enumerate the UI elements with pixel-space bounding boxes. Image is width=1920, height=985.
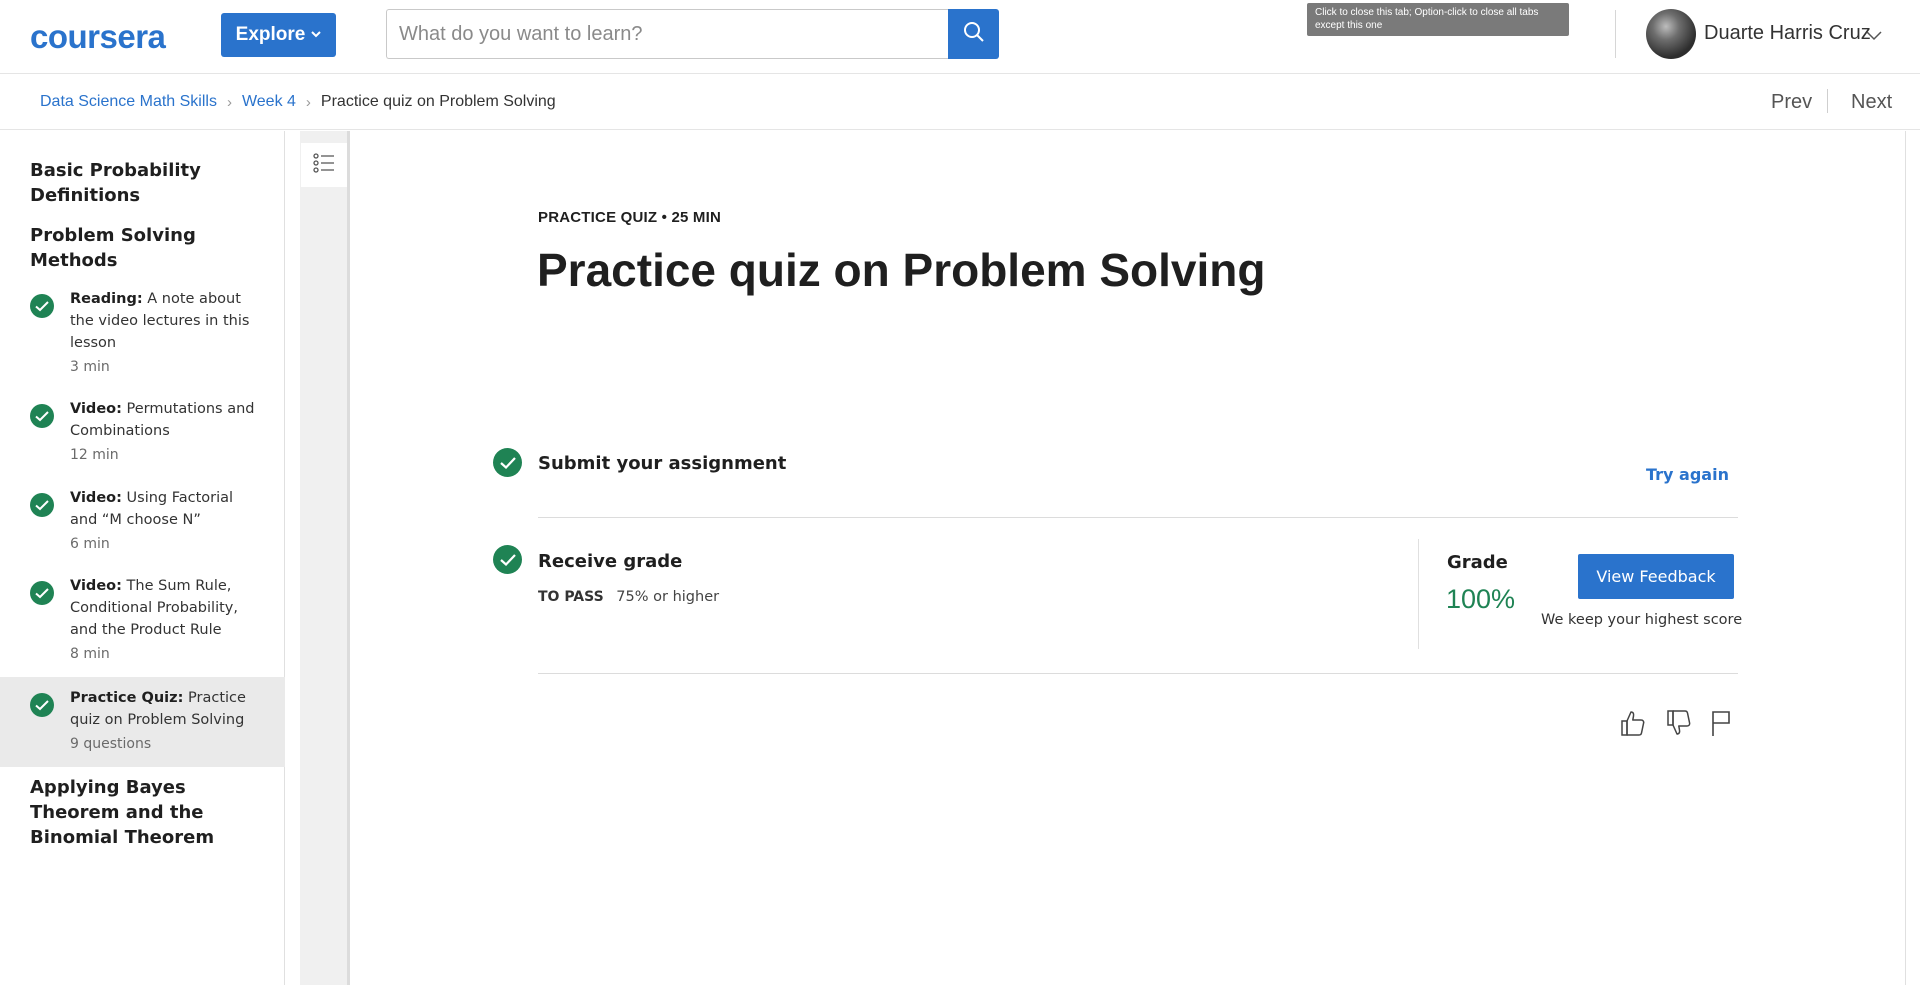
item-type: Video: (70, 401, 122, 417)
item-type: Practice Quiz: (70, 690, 184, 706)
chevron-down-icon (311, 29, 322, 41)
divider (538, 673, 1738, 674)
search-input[interactable] (386, 9, 949, 59)
toggle-outline-button[interactable] (301, 143, 347, 187)
sidebar-item-text: Video: The Sum Rule, Conditional Probabi… (70, 575, 260, 665)
grade-divider (1418, 539, 1419, 649)
explore-label: Explore (235, 24, 306, 45)
search-button[interactable] (948, 9, 999, 59)
breadcrumb-bar: Data Science Math Skills › Week 4 › Prac… (0, 74, 1920, 130)
sidebar-item-video-sum-rule[interactable]: Video: The Sum Rule, Conditional Probabi… (0, 575, 285, 683)
item-type: Video: (70, 578, 122, 594)
highest-score-note: We keep your highest score (1541, 612, 1743, 628)
breadcrumb: Data Science Math Skills › Week 4 › Prac… (40, 93, 556, 111)
explore-button[interactable]: Explore (221, 13, 336, 57)
breadcrumb-week[interactable]: Week 4 (242, 93, 296, 111)
item-duration: 12 min (70, 447, 119, 463)
flag-icon[interactable] (1710, 709, 1732, 737)
pass-requirement: TO PASS 75% or higher (538, 589, 719, 605)
breadcrumb-course[interactable]: Data Science Math Skills (40, 93, 217, 111)
item-type: Video: (70, 490, 122, 506)
prev-button[interactable]: Prev (1771, 91, 1812, 114)
check-icon (30, 493, 54, 517)
page-title: Practice quiz on Problem Solving (537, 244, 1266, 296)
tab-tooltip: Click to close this tab; Option-click to… (1307, 3, 1569, 36)
sidebar-item-text: Video: Permutations and Combinations 12 … (70, 398, 260, 466)
item-duration: 6 min (70, 536, 110, 552)
breadcrumb-current: Practice quiz on Problem Solving (320, 93, 556, 110)
item-duration: 8 min (70, 646, 110, 662)
to-pass-label: TO PASS (538, 589, 604, 605)
divider (538, 517, 1738, 518)
sidebar-item-practice-quiz[interactable]: Practice Quiz: Practice quiz on Problem … (0, 677, 285, 767)
sidebar-section-basic-probability[interactable]: Basic Probability Definitions (30, 158, 270, 208)
sidebar-item-text: Video: Using Factorial and “M choose N” … (70, 487, 260, 555)
outline-rail (300, 131, 350, 985)
check-icon (493, 545, 522, 574)
check-icon (493, 448, 522, 477)
sidebar-item-text: Reading: A note about the video lectures… (70, 288, 260, 378)
outline-list-icon (313, 153, 335, 177)
check-icon (30, 693, 54, 717)
thumbs-down-icon[interactable] (1666, 709, 1692, 737)
check-icon (30, 294, 54, 318)
item-duration: 3 min (70, 359, 110, 375)
sidebar-item-reading[interactable]: Reading: A note about the video lectures… (0, 288, 285, 396)
grade-value: 100% (1446, 584, 1516, 614)
content-right-border (1905, 131, 1906, 985)
sidebar-item-text: Practice Quiz: Practice quiz on Problem … (70, 687, 260, 755)
item-question-count: 9 questions (70, 736, 152, 752)
header-divider (1615, 10, 1616, 58)
avatar[interactable] (1646, 9, 1696, 59)
item-eyebrow: PRACTICE QUIZ • 25 MIN (538, 209, 722, 226)
lesson-sidebar: Basic Probability Definitions Problem So… (0, 131, 285, 985)
item-type: Reading: (70, 291, 143, 307)
chevron-right-icon: › (226, 93, 232, 111)
check-icon (30, 404, 54, 428)
sidebar-item-video-factorial[interactable]: Video: Using Factorial and “M choose N” … (0, 487, 285, 573)
sidebar-item-video-permutations[interactable]: Video: Permutations and Combinations 12 … (0, 398, 285, 484)
top-header: coursera Explore Click to close this tab… (0, 0, 1920, 74)
coursera-logo[interactable]: coursera (30, 18, 166, 56)
thumbs-up-icon[interactable] (1620, 709, 1646, 737)
submit-assignment-title: Submit your assignment (538, 453, 787, 474)
search-icon (963, 21, 985, 47)
try-again-link[interactable]: Try again (1646, 465, 1729, 484)
chevron-down-icon[interactable] (1866, 26, 1882, 45)
check-icon (30, 581, 54, 605)
user-name[interactable]: Duarte Harris Cruz (1704, 22, 1871, 45)
next-button[interactable]: Next (1851, 91, 1892, 114)
sidebar-section-bayes[interactable]: Applying Bayes Theorem and the Binomial … (30, 775, 270, 850)
prev-next-divider (1827, 89, 1828, 113)
sidebar-section-problem-solving[interactable]: Problem Solving Methods (30, 223, 270, 273)
receive-grade-title: Receive grade (538, 551, 683, 572)
grade-label: Grade (1447, 552, 1508, 573)
chevron-right-icon: › (305, 93, 311, 111)
view-feedback-button[interactable]: View Feedback (1578, 554, 1734, 599)
to-pass-value: 75% or higher (616, 589, 720, 605)
